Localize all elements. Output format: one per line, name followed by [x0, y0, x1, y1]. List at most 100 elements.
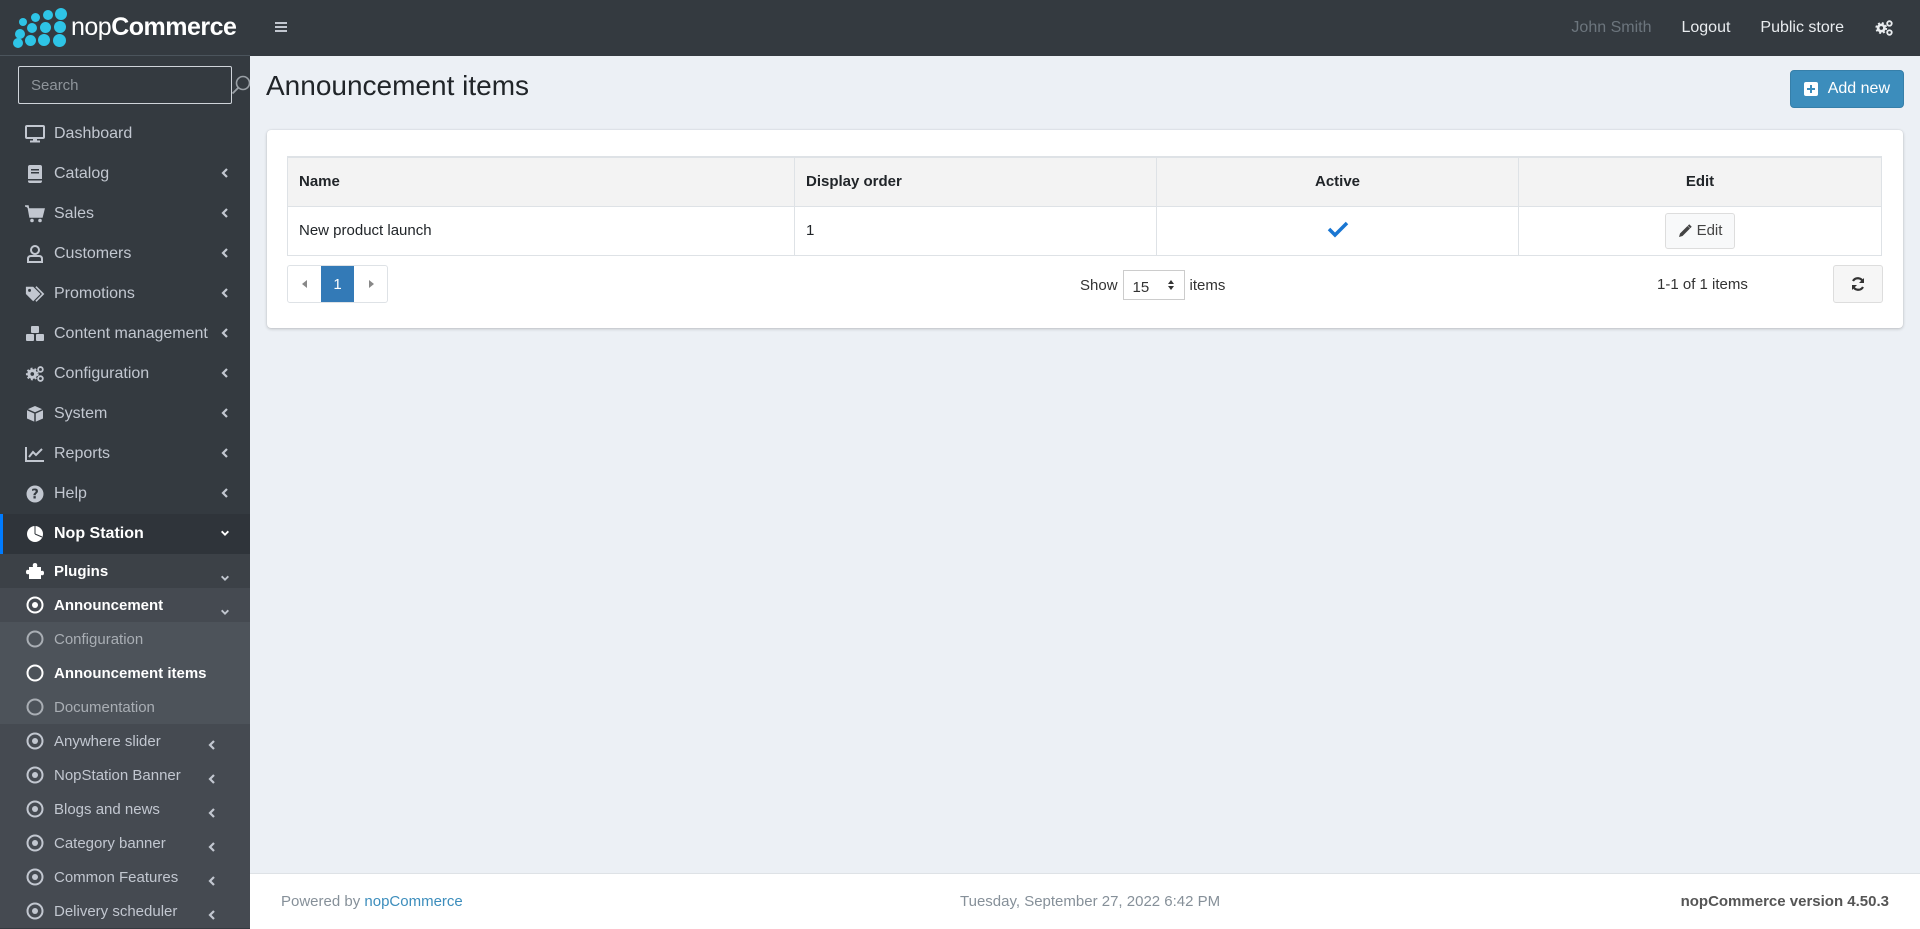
items-label: items [1189, 276, 1226, 294]
page-size-control: Show 15 items [1080, 270, 1225, 300]
sidebar-item-announcement-items[interactable]: Announcement items [0, 656, 250, 690]
show-label: Show [1080, 276, 1118, 294]
sidebar-item-label: Blogs and news [54, 800, 160, 818]
plus-square-icon [1803, 82, 1818, 96]
chevron-left-icon [221, 448, 228, 458]
brand-logo[interactable]: nopCommerce [0, 0, 250, 56]
sidebar-item-system[interactable]: System [0, 394, 250, 434]
pagination: 1 [287, 265, 388, 303]
logout-link[interactable]: Logout [1681, 19, 1730, 37]
add-new-button[interactable]: Add new [1789, 70, 1904, 108]
sidebar-item-documentation[interactable]: Documentation [0, 690, 250, 724]
svg-text:?: ? [31, 488, 39, 503]
brand-name: nopCommerce [71, 13, 237, 41]
prev-page-button[interactable] [288, 266, 321, 302]
cell-display-order: 1 [794, 205, 1157, 256]
sidebar-item-reports[interactable]: Reports [0, 434, 250, 474]
column-header-active[interactable]: Active [1156, 156, 1519, 207]
sidebar-item-label: Category banner [54, 834, 166, 852]
sidebar-item-plugins[interactable]: Plugins [0, 554, 250, 588]
page-size-select[interactable]: 15 [1122, 270, 1185, 300]
edit-button[interactable]: Edit [1664, 212, 1736, 249]
chevron-left-icon [221, 488, 228, 498]
caret-left-icon [301, 280, 307, 288]
sidebar-item-help[interactable]: ? Help [0, 474, 250, 514]
chevron-left-icon [221, 208, 228, 218]
sidebar-item-configuration[interactable]: Configuration [0, 354, 250, 394]
desktop-icon [25, 124, 45, 144]
sidebar-item-label: Documentation [54, 698, 155, 716]
sidebar-item-category-banner[interactable]: Category banner [0, 826, 250, 860]
pencil-icon [1678, 223, 1692, 237]
sidebar-item-label: Sales [54, 205, 95, 222]
column-header-display-order[interactable]: Display order [794, 156, 1157, 207]
sidebar-item-label: Announcement items [54, 664, 207, 682]
current-user[interactable]: John Smith [1571, 19, 1651, 37]
circle-icon [25, 663, 45, 683]
chevron-left-icon [208, 876, 215, 886]
sidebar-item-delivery-scheduler[interactable]: Delivery scheduler [0, 894, 250, 928]
checkmark-icon [1327, 221, 1348, 237]
refresh-button[interactable] [1833, 265, 1883, 303]
column-header-name[interactable]: Name [287, 156, 795, 207]
chevron-left-icon [221, 248, 228, 258]
sidebar-item-announcement[interactable]: Announcement [0, 588, 250, 622]
sidebar-item-label: Configuration [54, 630, 144, 648]
dot-circle-icon [25, 867, 45, 887]
page-title: Announcement items [266, 70, 530, 101]
public-store-link[interactable]: Public store [1760, 19, 1844, 37]
sidebar-item-label: Dashboard [54, 125, 133, 142]
nopcommerce-link[interactable]: nopCommerce [364, 893, 462, 910]
puzzle-icon [25, 561, 45, 581]
add-new-label: Add new [1827, 80, 1890, 97]
sidebar-item-label: NopStation Banner [54, 766, 181, 784]
chevron-left-icon [208, 740, 215, 750]
search-icon[interactable] [230, 70, 250, 100]
chevron-left-icon [221, 168, 228, 178]
next-page-button[interactable] [354, 266, 387, 302]
table-header-row: Name Display order Active Edit [287, 156, 1882, 207]
dot-circle-icon [25, 799, 45, 819]
circle-icon [25, 697, 45, 717]
sidebar-item-label: Content management [54, 325, 208, 342]
gears-icon[interactable] [1874, 18, 1894, 38]
sidebar-item-label: Customers [54, 245, 132, 262]
chevron-left-icon [208, 808, 215, 818]
sidebar-item-customers[interactable]: Customers [0, 234, 250, 274]
gears-icon [25, 364, 45, 384]
sidebar-item-catalog[interactable]: Catalog [0, 154, 250, 194]
sidebar-item-dashboard[interactable]: Dashboard [0, 114, 250, 154]
sidebar-item-label: Catalog [54, 165, 110, 182]
sidebar-item-nop-station[interactable]: Nop Station [0, 514, 250, 554]
navbar-right: John Smith Logout Public store [1571, 0, 1920, 56]
chevron-left-icon [221, 368, 228, 378]
sidebar-item-common-features[interactable]: Common Features [0, 860, 250, 894]
sort-arrows-icon [1167, 280, 1174, 290]
cell-edit: Edit [1518, 205, 1882, 256]
sidebar-item-label: Nop Station [54, 525, 144, 542]
sidebar-item-label: Plugins [54, 562, 109, 580]
hamburger-menu-icon[interactable] [274, 20, 288, 34]
announcement-items-card: Name Display order Active Edit New produ… [267, 130, 1903, 328]
sidebar-item-label: Help [54, 485, 87, 502]
sidebar-item-blogs-and-news[interactable]: Blogs and news [0, 792, 250, 826]
sidebar-search [18, 66, 250, 104]
sidebar-item-sales[interactable]: Sales [0, 194, 250, 234]
logo-dots-icon [13, 7, 67, 48]
chevron-left-icon [208, 774, 215, 784]
sidebar-item-label: Announcement [54, 596, 164, 614]
chevron-down-icon [221, 575, 229, 581]
sidebar-item-nopstation-banner[interactable]: NopStation Banner [0, 758, 250, 792]
refresh-icon [1851, 277, 1865, 291]
page-1-button[interactable]: 1 [321, 266, 354, 302]
caret-right-icon [368, 280, 374, 288]
sidebar-item-promotions[interactable]: Promotions [0, 274, 250, 314]
sidebar-item-content-management[interactable]: Content management [0, 314, 250, 354]
sidebar-item-announcement-configuration[interactable]: Configuration [0, 622, 250, 656]
announcement-items-table: Name Display order Active Edit New produ… [287, 156, 1882, 256]
dot-circle-icon [25, 765, 45, 785]
sidebar-item-label: Promotions [54, 285, 135, 302]
sidebar-item-anywhere-slider[interactable]: Anywhere slider [0, 724, 250, 758]
search-input[interactable] [19, 76, 230, 94]
footer-version: nopCommerce version 4.50.3 [1680, 893, 1889, 910]
